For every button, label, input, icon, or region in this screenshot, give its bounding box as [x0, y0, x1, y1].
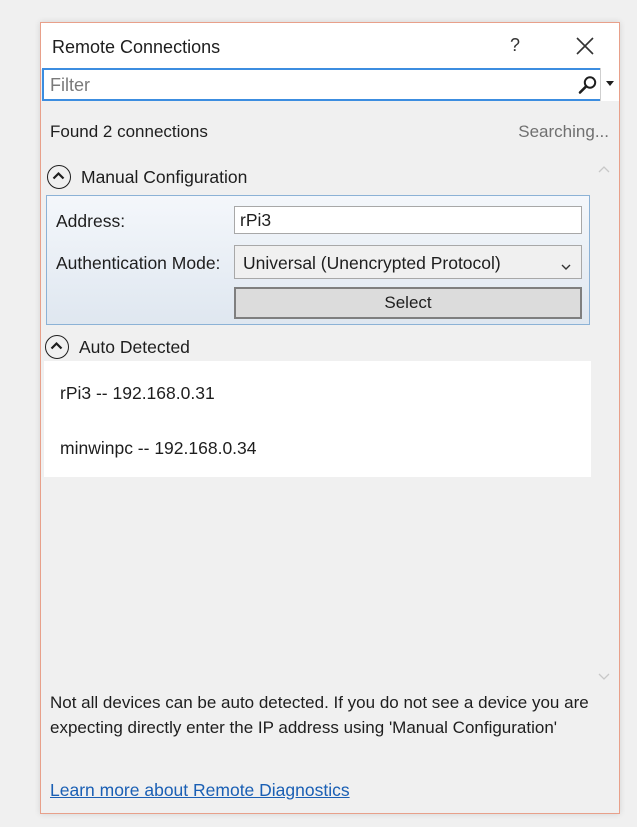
search-icon[interactable]: [578, 75, 598, 95]
scroll-down-icon[interactable]: [598, 669, 610, 681]
close-icon[interactable]: [574, 35, 596, 57]
authentication-mode-select[interactable]: Universal (Unencrypted Protocol): [234, 245, 582, 279]
auto-detected-list: rPi3 -- 192.168.0.31 minwinpc -- 192.168…: [44, 361, 591, 477]
window-title: Remote Connections: [52, 37, 221, 57]
dropdown-arrow-icon[interactable]: [600, 68, 619, 101]
list-item[interactable]: minwinpc -- 192.168.0.34: [60, 438, 257, 459]
help-icon[interactable]: ?: [507, 35, 523, 56]
list-item[interactable]: rPi3 -- 192.168.0.31: [60, 383, 215, 404]
learn-more-link[interactable]: Learn more about Remote Diagnostics: [50, 780, 350, 801]
collapse-chevron-icon: [45, 335, 69, 359]
filter-input[interactable]: [50, 75, 570, 95]
chevron-down-icon: [561, 258, 571, 270]
collapse-chevron-icon: [47, 165, 71, 189]
remote-connections-dialog: Remote Connections ? Found 2 connections…: [40, 22, 620, 814]
manual-configuration-panel: Address: Authentication Mode: Universal …: [46, 195, 590, 325]
select-button[interactable]: Select: [234, 287, 582, 319]
scroll-up-icon[interactable]: [598, 163, 610, 175]
help-note: Not all devices can be auto detected. If…: [50, 693, 589, 737]
found-count: Found 2 connections: [50, 122, 208, 141]
filter-box: [42, 68, 619, 101]
searching-status: Searching...: [518, 122, 609, 141]
auto-detected-header: Auto Detected: [79, 337, 190, 357]
authentication-mode-value: Universal (Unencrypted Protocol): [243, 253, 501, 273]
manual-configuration-header: Manual Configuration: [81, 167, 248, 187]
address-label: Address:: [56, 211, 126, 231]
authentication-mode-label: Authentication Mode:: [56, 253, 221, 273]
title-bar: Remote Connections ?: [41, 23, 619, 69]
address-input[interactable]: [234, 206, 582, 234]
